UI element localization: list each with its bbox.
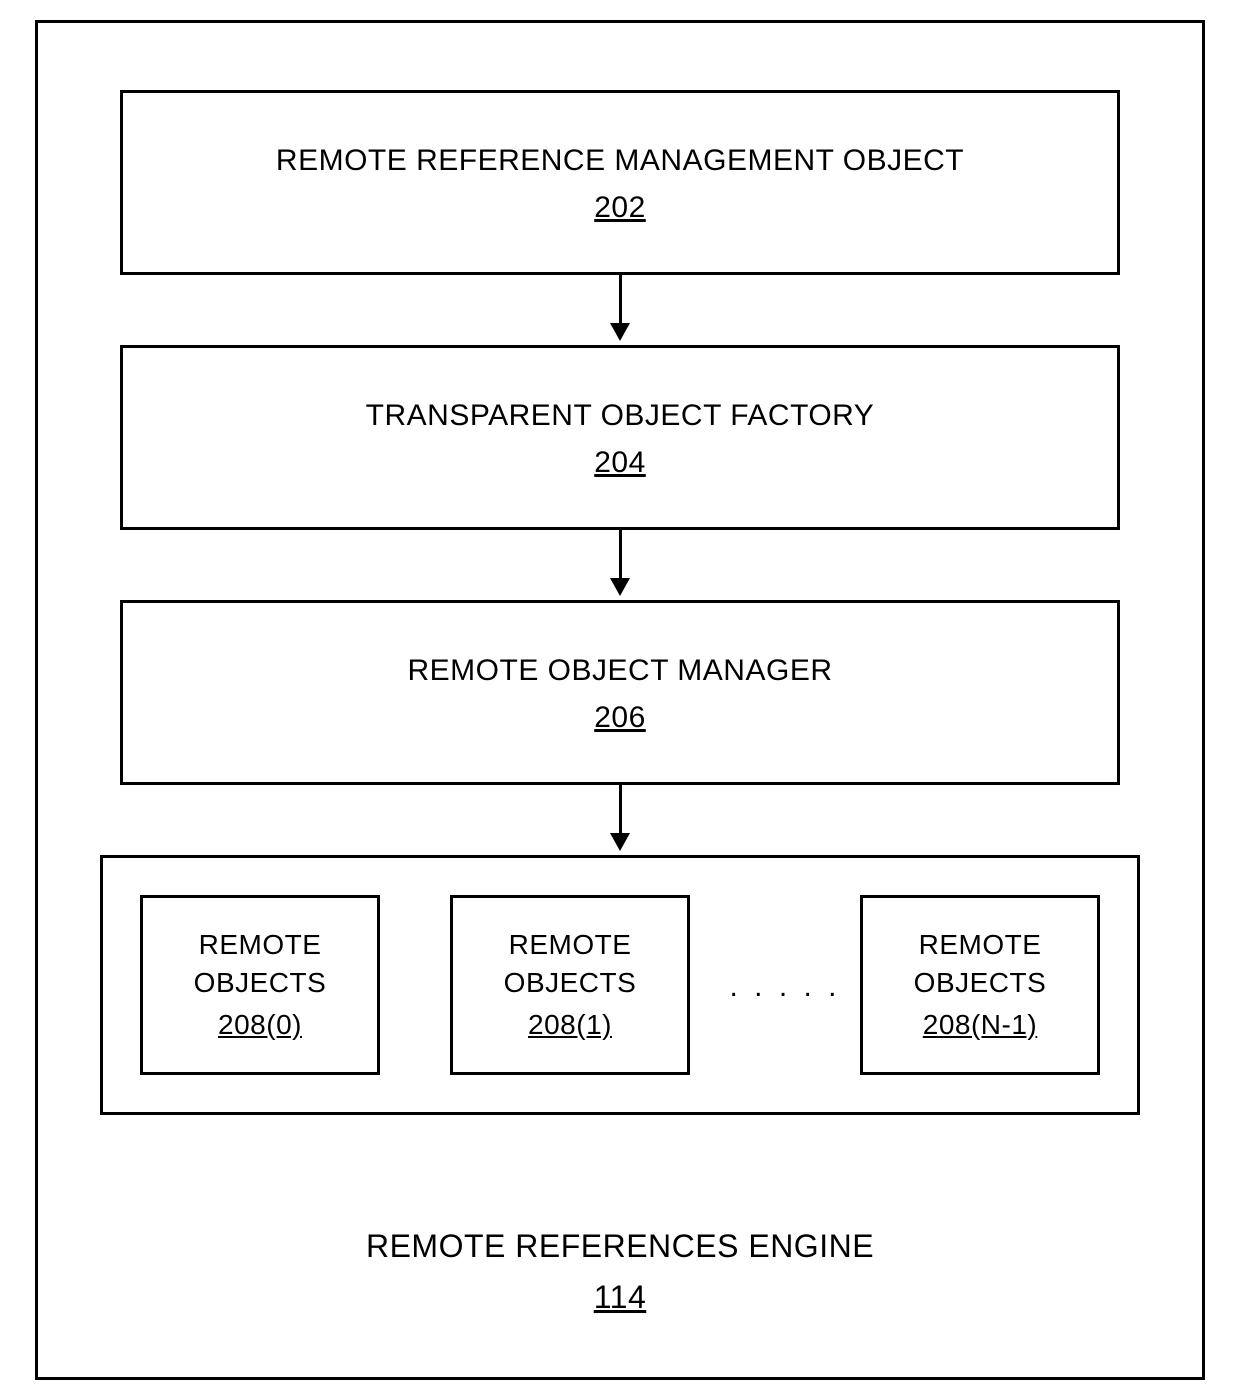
arrow-1-line [619,275,622,325]
arrow-2-head [610,578,630,596]
remote-objects-box-n1: REMOTE OBJECTS 208(N-1) [860,895,1100,1075]
block1-ref: 202 [123,188,1117,229]
objbox2-line1: REMOTE [863,926,1097,964]
block3-ref: 206 [123,698,1117,739]
objbox1-ref: 208(1) [453,1006,687,1044]
remote-objects-box-1: REMOTE OBJECTS 208(1) [450,895,690,1075]
block-remote-object-manager: REMOTE OBJECT MANAGER 206 [120,600,1120,785]
block1-title: REMOTE REFERENCE MANAGEMENT OBJECT [123,141,1117,182]
diagram-canvas: REMOTE REFERENCE MANAGEMENT OBJECT 202 T… [0,0,1240,1399]
block-remote-reference-management-object: REMOTE REFERENCE MANAGEMENT OBJECT 202 [120,90,1120,275]
container-ref: 114 [35,1276,1205,1319]
objbox1-line2: OBJECTS [453,964,687,1002]
container-title: REMOTE REFERENCES ENGINE [35,1225,1205,1268]
arrow-1-head [610,323,630,341]
remote-objects-box-0: REMOTE OBJECTS 208(0) [140,895,380,1075]
arrow-3-line [619,785,622,835]
objbox2-ref: 208(N-1) [863,1006,1097,1044]
objbox0-line1: REMOTE [143,926,377,964]
objbox2-line2: OBJECTS [863,964,1097,1002]
arrow-3-head [610,833,630,851]
ellipsis-dots: . . . . . [720,970,850,1004]
block2-title: TRANSPARENT OBJECT FACTORY [123,396,1117,437]
block2-ref: 204 [123,443,1117,484]
block-transparent-object-factory: TRANSPARENT OBJECT FACTORY 204 [120,345,1120,530]
objbox0-ref: 208(0) [143,1006,377,1044]
objbox1-line1: REMOTE [453,926,687,964]
container-title-block: REMOTE REFERENCES ENGINE 114 [35,1225,1205,1319]
arrow-2-line [619,530,622,580]
objbox0-line2: OBJECTS [143,964,377,1002]
block3-title: REMOTE OBJECT MANAGER [123,651,1117,692]
